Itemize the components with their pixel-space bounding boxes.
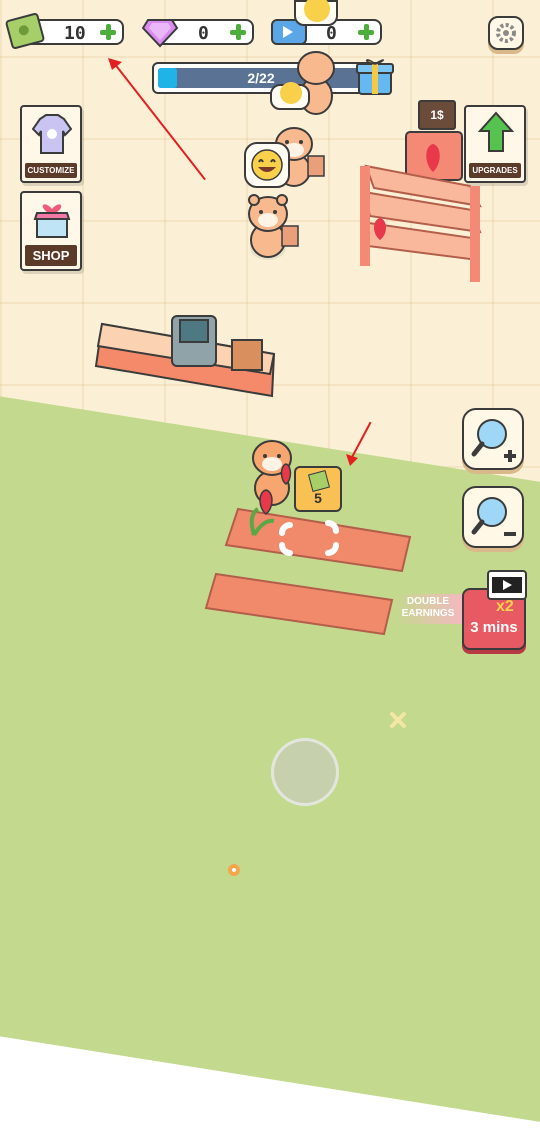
level-progress-bar: 2/22 (152, 62, 382, 94)
customize-button[interactable]: CUSTOMIZE (20, 105, 82, 183)
zoom-in-icon (471, 419, 516, 462)
sparkle-icon (390, 712, 406, 728)
customize-label: CUSTOMIZE (25, 163, 77, 178)
zoom-out-button[interactable] (462, 486, 524, 548)
add-gems-icon[interactable] (230, 24, 246, 40)
storefront-icon (33, 204, 71, 238)
shop-label: SHOP (25, 245, 77, 266)
zoom-in-button[interactable] (462, 408, 524, 470)
cash-icon (307, 469, 331, 493)
earnings-bubble[interactable]: 5 (294, 466, 342, 512)
happy-emoji-bubble (244, 142, 290, 188)
arrow-head (346, 454, 358, 466)
add-tickets-icon[interactable] (358, 24, 374, 40)
joystick[interactable] (271, 738, 339, 806)
gem-value: 0 (198, 23, 209, 44)
gem-icon (142, 19, 178, 48)
customer-bubble (270, 82, 310, 110)
arrow-head (108, 58, 122, 70)
earnings-amount: 5 (314, 490, 322, 506)
ticket-value: 0 (326, 23, 337, 44)
cash-value: 10 (64, 23, 86, 44)
gift-icon[interactable] (356, 56, 394, 96)
shop-button[interactable]: SHOP (20, 191, 82, 271)
flower-icon (228, 864, 240, 876)
strawberry-stand[interactable] (352, 126, 492, 286)
zoom-out-icon (471, 497, 516, 536)
gear-icon (496, 23, 516, 43)
double-earnings-banner: DOUBLE EARNINGS (394, 594, 468, 624)
double-label: DOUBLE (406, 596, 450, 607)
duration-label: 3 mins (470, 619, 518, 636)
hamster-customer (248, 194, 299, 260)
customer-bubble (294, 0, 338, 26)
earnings-label: EARNINGS (401, 608, 455, 619)
sweater-icon (32, 114, 72, 154)
empty-plot[interactable] (204, 572, 394, 638)
checkout-counter[interactable] (92, 310, 282, 406)
video-ad-icon (487, 570, 527, 600)
settings-button[interactable] (488, 16, 524, 50)
add-cash-icon[interactable] (100, 24, 116, 40)
price-label: 1$ (430, 108, 444, 122)
